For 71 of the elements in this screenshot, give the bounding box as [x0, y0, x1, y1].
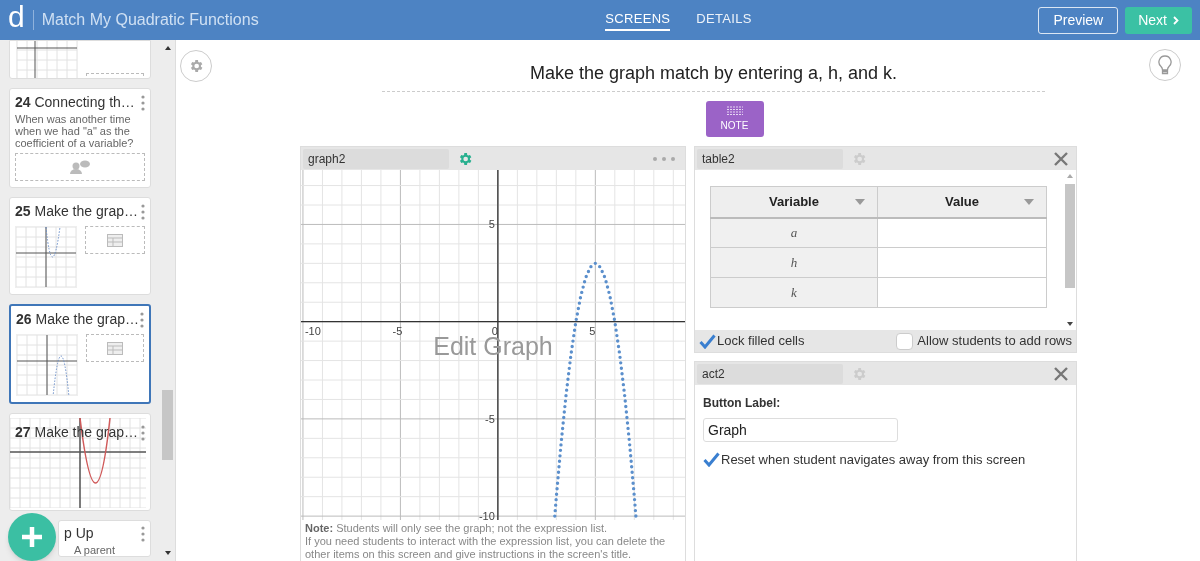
checkbox[interactable] — [699, 332, 716, 350]
lightbulb-icon — [1158, 55, 1172, 75]
column-header[interactable]: Value — [877, 186, 1047, 218]
table-cell[interactable] — [877, 217, 1047, 248]
table-cell[interactable]: a — [710, 217, 878, 248]
checkbox-label: Allow students to add rows — [917, 332, 1072, 351]
checkbox-label: Reset when student navigates away from this screen — [721, 451, 1026, 469]
tick-label: -5 — [485, 412, 495, 425]
close-icon[interactable] — [1054, 151, 1068, 166]
screen-card[interactable]: 24 Connecting th… When was another time when we had "a" as the coefficient of a variable? — [9, 88, 151, 188]
table-cell[interactable]: k — [710, 277, 878, 308]
component-name-field[interactable]: graph2 — [303, 148, 449, 169]
gear-icon[interactable] — [851, 150, 867, 167]
checkbox-label: Lock filled cells — [717, 332, 805, 351]
more-options-icon[interactable] — [141, 94, 145, 111]
scroll-down-icon[interactable] — [165, 551, 171, 555]
note-icon — [725, 105, 744, 116]
more-options-icon[interactable] — [140, 311, 144, 328]
table-cell[interactable]: h — [710, 247, 878, 278]
scrollbar-thumb[interactable] — [162, 390, 173, 460]
screen-description: A parent — [73, 544, 116, 556]
add-button[interactable] — [8, 513, 56, 561]
logo[interactable]: d — [8, 2, 25, 32]
more-options-icon[interactable] — [141, 203, 145, 220]
table-cell[interactable] — [877, 247, 1047, 278]
nav-tab[interactable]: SCREENS — [605, 8, 671, 32]
more-options-icon[interactable] — [141, 424, 145, 441]
screen-title[interactable]: Make the graph match by entering a, h, and k. — [381, 60, 1046, 92]
checkbox[interactable] — [703, 451, 720, 469]
screen-card[interactable]: 26 Make the grap… — [9, 304, 151, 404]
more-options-icon[interactable] — [141, 525, 145, 542]
screen-description: When was another time when we had "a" as the coefficient of a variable? — [15, 113, 135, 149]
preview-button[interactable]: Preview — [1038, 6, 1119, 34]
tick-label: -10 — [478, 510, 495, 520]
gear-icon[interactable] — [851, 365, 867, 382]
column-header[interactable]: Variable — [710, 186, 878, 218]
checkbox[interactable] — [896, 332, 914, 350]
caret-icon — [855, 199, 865, 205]
caret-icon — [1024, 199, 1034, 205]
activity-title: Match My Quadratic Functions — [41, 10, 259, 30]
screen-card[interactable]: p Up A parent — [58, 520, 151, 557]
table-cell[interactable] — [877, 277, 1047, 308]
scroll-up-icon[interactable] — [165, 46, 171, 50]
graph-thumbnail — [15, 226, 77, 288]
screen-card[interactable]: 25 Make the grap… — [9, 197, 151, 295]
tick-label: -5 — [392, 324, 403, 337]
note-button[interactable]: NOTE — [705, 101, 764, 137]
screen-card[interactable] — [9, 40, 151, 79]
chevron-right-icon — [1173, 15, 1179, 25]
component-name-field[interactable]: table2 — [697, 148, 843, 169]
screen-title: 26 Make the grap… — [16, 310, 139, 329]
settings-icon[interactable] — [188, 58, 204, 74]
scrollbar-thumb[interactable] — [1065, 184, 1075, 288]
plus-icon — [21, 526, 43, 548]
input-field[interactable]: Graph — [703, 418, 898, 442]
component-name-field[interactable]: act2 — [697, 363, 843, 384]
more-options-icon[interactable] — [653, 156, 675, 161]
tick-label: 5 — [488, 218, 495, 231]
screen-title: p Up — [64, 524, 94, 543]
field-label: Button Label: — [703, 395, 782, 412]
tick-label: -10 — [304, 324, 321, 337]
screen-title: 25 Make the grap… — [15, 202, 138, 221]
scroll-down-icon[interactable] — [1067, 322, 1073, 326]
graph-thumbnail — [16, 334, 78, 396]
table-thumbnail — [86, 334, 144, 362]
screen-title: 24 Connecting th… — [15, 93, 135, 112]
note-text: Note: Students will only see the graph; not the expression list. If you need students to interact with the expression list, you can delete the other items on this screen and give instructions in the screen's title. — [304, 521, 667, 561]
gear-icon[interactable] — [457, 150, 473, 167]
close-icon[interactable] — [1054, 366, 1068, 381]
table-thumbnail — [85, 226, 145, 254]
tick-label: 5 — [589, 324, 596, 337]
